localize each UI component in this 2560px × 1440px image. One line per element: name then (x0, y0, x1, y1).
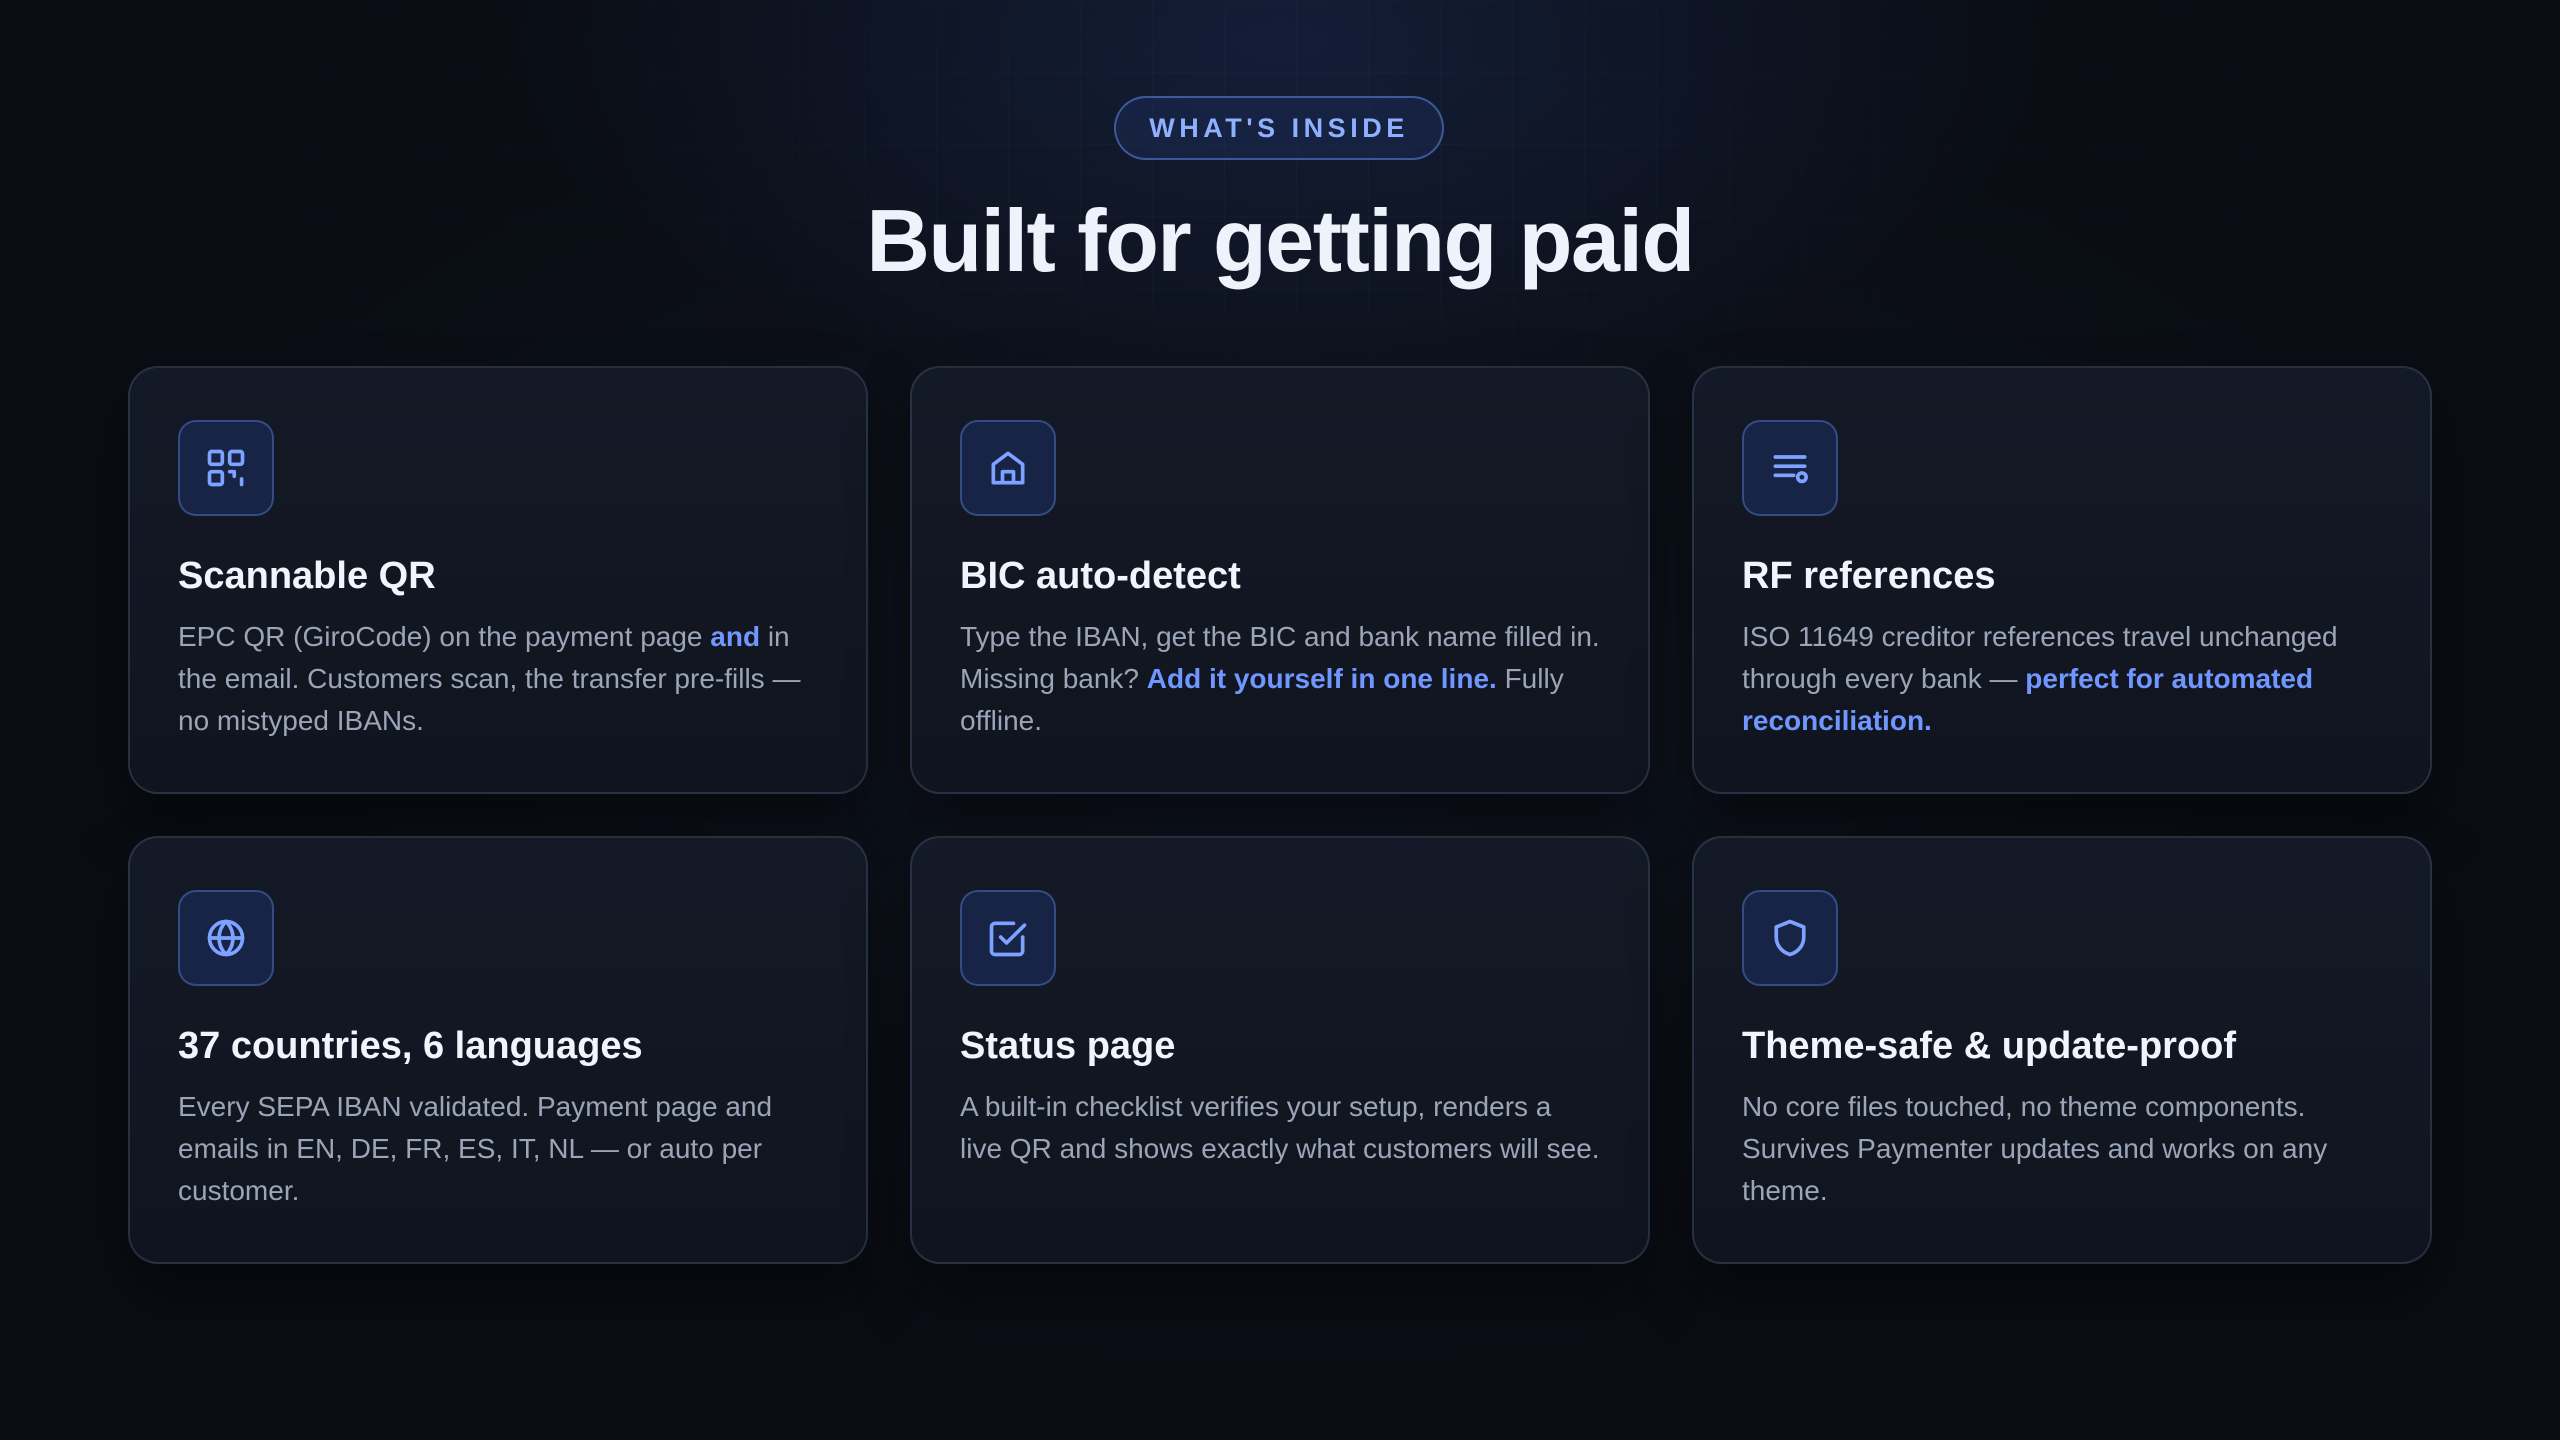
reference-list-icon (1742, 420, 1838, 516)
feature-card-rf-references: RF references ISO 11649 creditor referen… (1692, 366, 2432, 794)
bank-icon (960, 420, 1056, 516)
checkbox-icon (960, 890, 1056, 986)
section-eyebrow-badge: WHAT'S INSIDE (1114, 96, 1444, 160)
feature-description-highlight: and (710, 621, 761, 652)
globe-icon (178, 890, 274, 986)
feature-description: EPC QR (GiroCode) on the payment page an… (178, 616, 818, 742)
feature-card-status-page: Status page A built-in checklist verifie… (910, 836, 1650, 1264)
feature-description: ISO 11649 creditor references travel unc… (1742, 616, 2382, 742)
feature-title: 37 countries, 6 languages (178, 1025, 643, 1067)
feature-title: RF references (1742, 555, 1996, 597)
section-title: Built for getting paid (866, 191, 1695, 290)
feature-title: Theme-safe & update-proof (1742, 1025, 2237, 1067)
feature-description-text: A built-in checklist verifies your setup… (960, 1091, 1600, 1164)
feature-card-scannable-qr: Scannable QR EPC QR (GiroCode) on the pa… (128, 366, 868, 794)
feature-grid: Scannable QR EPC QR (GiroCode) on the pa… (128, 366, 2432, 1264)
feature-description-text: EPC QR (GiroCode) on the payment page (178, 621, 711, 652)
feature-description: No core files touched, no theme componen… (1742, 1086, 2382, 1212)
feature-description: Type the IBAN, get the BIC and bank name… (960, 616, 1600, 742)
feature-card-bic-auto-detect: BIC auto-detect Type the IBAN, get the B… (910, 366, 1650, 794)
feature-card-countries-languages: 37 countries, 6 languages Every SEPA IBA… (128, 836, 868, 1264)
qr-code-icon (178, 420, 274, 516)
feature-description-text: No core files touched, no theme componen… (1742, 1091, 2328, 1206)
shield-icon (1742, 890, 1838, 986)
feature-title: Scannable QR (178, 555, 436, 597)
feature-description-text: Every SEPA IBAN validated. Payment page … (178, 1091, 773, 1206)
feature-description: Every SEPA IBAN validated. Payment page … (178, 1086, 818, 1212)
feature-description: A built-in checklist verifies your setup… (960, 1086, 1600, 1170)
feature-description-highlight: Add it yourself in one line. (1146, 663, 1497, 694)
feature-card-theme-safe: Theme-safe & update-proof No core files … (1692, 836, 2432, 1264)
feature-title: BIC auto-detect (960, 555, 1241, 597)
feature-title: Status page (960, 1025, 1176, 1067)
